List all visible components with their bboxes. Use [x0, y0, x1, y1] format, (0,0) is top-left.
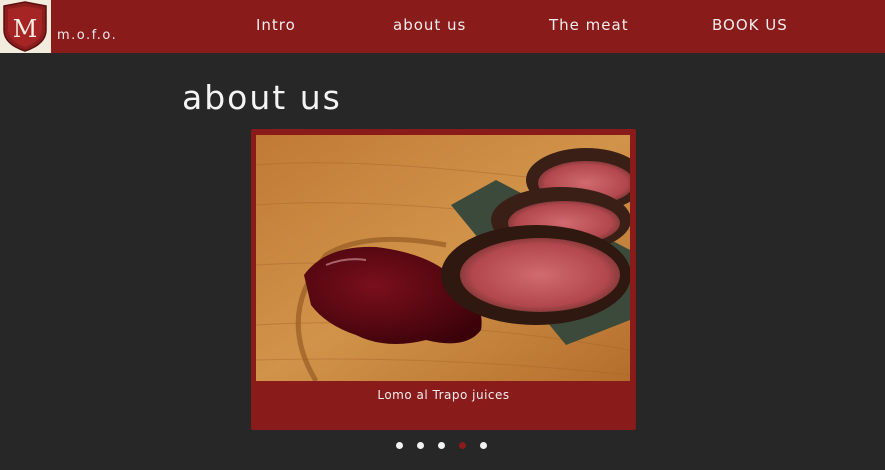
slide-caption: Lomo al Trapo juices — [377, 388, 510, 402]
brand-name[interactable]: m.o.f.o. — [57, 28, 117, 43]
carousel-dot-3[interactable] — [438, 442, 445, 449]
carousel-dot-1[interactable] — [396, 442, 403, 449]
top-nav-bar: M m.o.f.o. Intro about us The meat BOOK … — [0, 0, 885, 53]
logo[interactable]: M — [0, 0, 51, 53]
slide-photo[interactable] — [256, 135, 630, 381]
nav-item-book-us[interactable]: BOOK US — [712, 16, 788, 34]
carousel-dot-4-active[interactable] — [459, 442, 466, 449]
nav-item-intro[interactable]: Intro — [256, 16, 296, 34]
logo-letter: M — [13, 15, 38, 43]
carousel-dot-5[interactable] — [480, 442, 487, 449]
nav-item-the-meat[interactable]: The meat — [549, 16, 629, 34]
shield-logo-icon: M — [3, 1, 47, 52]
nav-item-about-us[interactable]: about us — [393, 16, 466, 34]
page-title: about us — [182, 78, 342, 117]
carousel-dot-2[interactable] — [417, 442, 424, 449]
image-carousel: Lomo al Trapo juices — [251, 129, 636, 430]
steak-photo-illustration — [256, 135, 630, 381]
